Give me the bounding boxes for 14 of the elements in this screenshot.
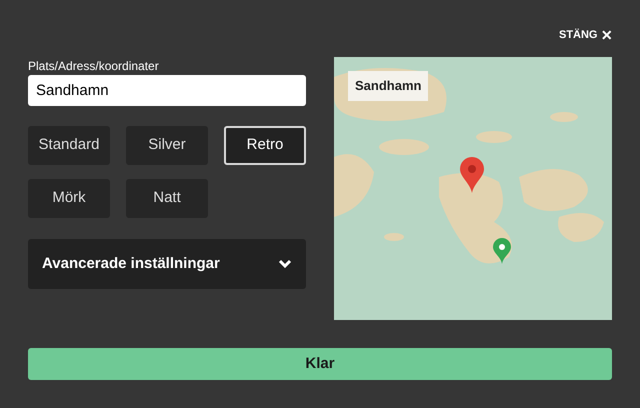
map-style-button[interactable]: Retro bbox=[224, 126, 306, 165]
map-style-button[interactable]: Standard bbox=[28, 126, 110, 165]
location-field[interactable]: Sandhamn bbox=[28, 75, 306, 106]
map-label: Sandhamn bbox=[348, 71, 428, 100]
field-label: Plats/Adress/koordinater bbox=[28, 59, 159, 73]
map-style-button[interactable]: Natt bbox=[126, 179, 208, 218]
location-pin-icon bbox=[460, 157, 484, 193]
map-style-button[interactable]: Silver bbox=[126, 126, 208, 165]
location-pin-icon bbox=[493, 238, 511, 264]
map-style-button[interactable]: Mörk bbox=[28, 179, 110, 218]
advanced-settings-toggle[interactable]: Avancerade inställningar bbox=[28, 239, 306, 289]
chevron-down-icon bbox=[278, 259, 292, 269]
close-button[interactable]: STÄNG × bbox=[558, 27, 612, 43]
done-button[interactable]: Klar bbox=[28, 348, 612, 380]
